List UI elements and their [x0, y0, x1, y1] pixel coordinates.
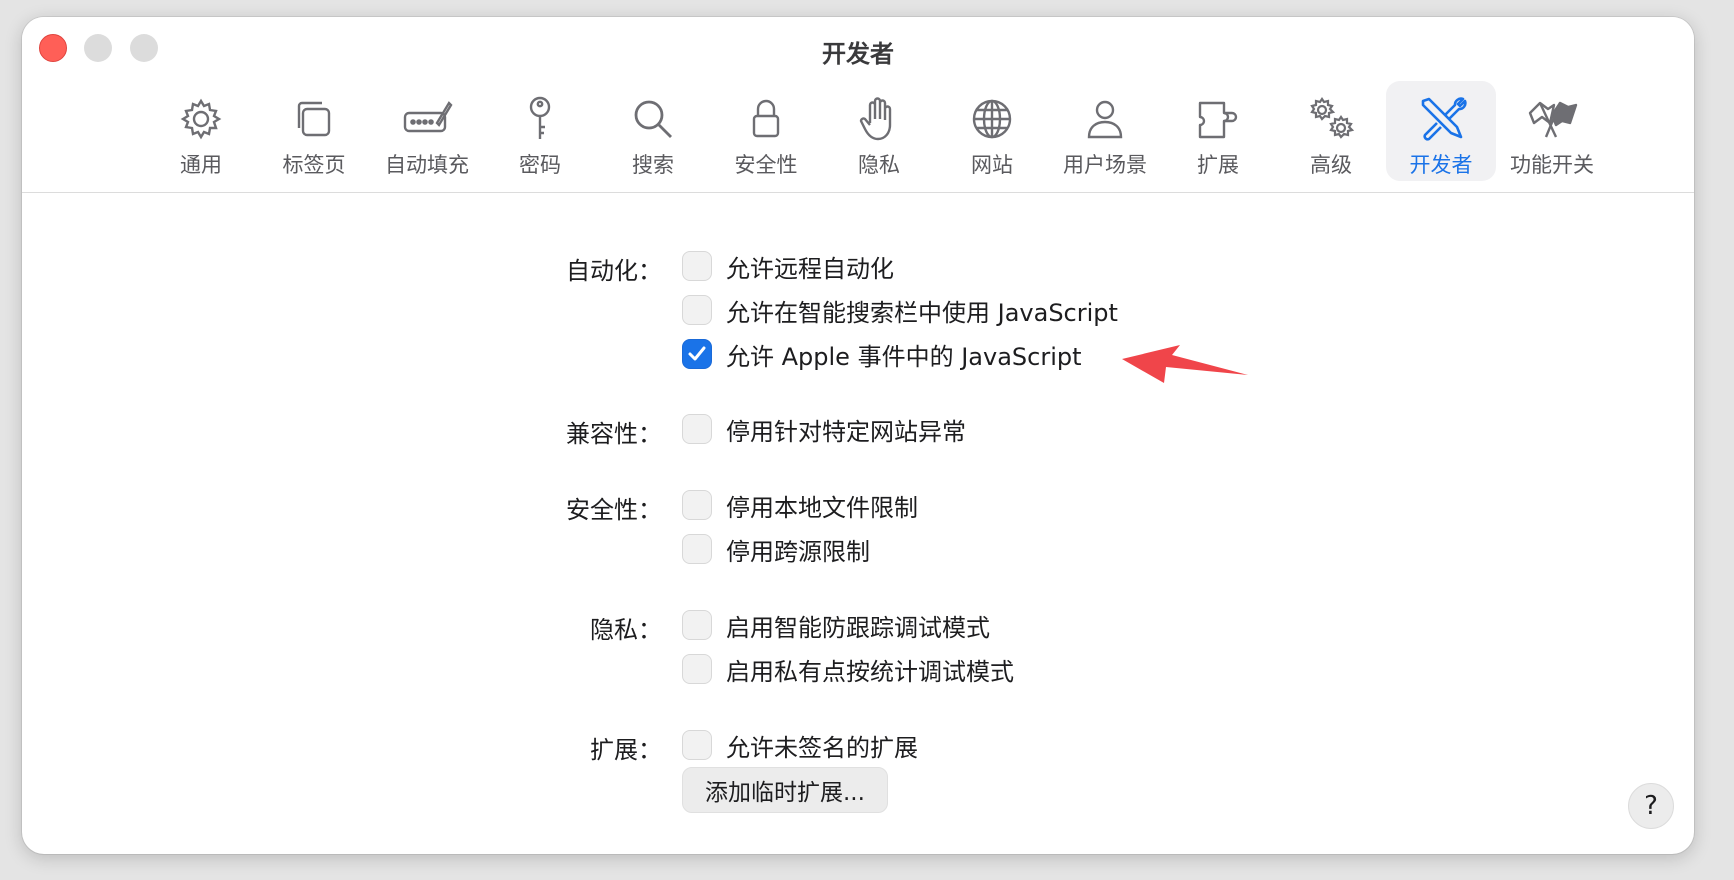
tab-search[interactable]: 搜索 [598, 81, 708, 181]
add-temporary-extension-button[interactable]: 添加临时扩展... [682, 767, 888, 813]
help-button[interactable]: ? [1628, 783, 1674, 829]
section-label-privacy: 隐私： [590, 616, 662, 644]
tab-advanced[interactable]: 高级 [1276, 81, 1386, 181]
settings-window: 开发者 通用 标签页 自动填充 密码 搜索 安全性 隐私 网站 用户场景 扩展 … [22, 17, 1694, 854]
allow-unsigned-extensions-checkbox[interactable] [682, 730, 712, 760]
tab-websites[interactable]: 网站 [937, 81, 1047, 181]
preferences-toolbar: 通用 标签页 自动填充 密码 搜索 安全性 隐私 网站 用户场景 扩展 高级 开… [22, 81, 1694, 181]
option-allow-js-apple-events[interactable]: 允许 Apple 事件中的 JavaScript [682, 337, 1082, 371]
tab-feature-flags[interactable]: 功能开关 [1497, 81, 1607, 181]
pcm-debug-mode-checkbox[interactable] [682, 654, 712, 684]
option-disable-cross-origin-restrictions[interactable]: 停用跨源限制 [682, 532, 870, 566]
title-bar: 开发者 通用 标签页 自动填充 密码 搜索 安全性 隐私 网站 用户场景 扩展 … [22, 17, 1694, 193]
gears-icon [1305, 93, 1357, 145]
developer-tools-icon [1415, 93, 1467, 145]
option-allow-js-smart-search[interactable]: 允许在智能搜索栏中使用 JavaScript [682, 293, 1118, 327]
lock-icon [740, 93, 792, 145]
checkmark-icon [688, 346, 706, 361]
tab-tabs[interactable]: 标签页 [259, 81, 369, 181]
section-label-security: 安全性： [566, 496, 662, 524]
option-allow-unsigned-extensions[interactable]: 允许未签名的扩展 [682, 728, 918, 762]
option-disable-site-quirks[interactable]: 停用针对特定网站异常 [682, 412, 966, 446]
disable-local-file-restrictions-checkbox[interactable] [682, 490, 712, 520]
option-disable-local-file-restrictions[interactable]: 停用本地文件限制 [682, 488, 918, 522]
tab-privacy[interactable]: 隐私 [824, 81, 934, 181]
window-title: 开发者 [822, 40, 894, 68]
search-icon [627, 93, 679, 145]
tab-passwords[interactable]: 密码 [485, 81, 595, 181]
tab-autofill[interactable]: 自动填充 [372, 81, 482, 181]
section-label-automation: 自动化： [566, 257, 662, 285]
autofill-icon [401, 93, 453, 145]
tab-extensions[interactable]: 扩展 [1163, 81, 1273, 181]
option-allow-remote-automation[interactable]: 允许远程自动化 [682, 249, 894, 283]
flags-icon [1526, 93, 1578, 145]
itp-debug-mode-checkbox[interactable] [682, 610, 712, 640]
tab-security[interactable]: 安全性 [711, 81, 821, 181]
developer-settings-panel: 自动化： 允许远程自动化 允许在智能搜索栏中使用 JavaScript 允许 A… [22, 193, 1694, 854]
section-label-extensions: 扩展： [590, 736, 662, 764]
tab-developer[interactable]: 开发者 [1386, 81, 1496, 181]
disable-cross-origin-restrictions-checkbox[interactable] [682, 534, 712, 564]
tab-profiles[interactable]: 用户场景 [1050, 81, 1160, 181]
allow-js-apple-events-checkbox[interactable] [682, 339, 712, 369]
section-label-compatibility: 兼容性： [566, 420, 662, 448]
puzzle-icon [1192, 93, 1244, 145]
option-pcm-debug-mode[interactable]: 启用私有点按统计调试模式 [682, 652, 1014, 686]
annotation-arrow-icon [1122, 345, 1248, 383]
hand-icon [853, 93, 905, 145]
globe-icon [966, 93, 1018, 145]
allow-js-smart-search-checkbox[interactable] [682, 295, 712, 325]
key-icon [514, 93, 566, 145]
tabs-icon [288, 93, 340, 145]
tab-general[interactable]: 通用 [146, 81, 256, 181]
disable-site-quirks-checkbox[interactable] [682, 414, 712, 444]
allow-remote-automation-checkbox[interactable] [682, 251, 712, 281]
person-icon [1079, 93, 1131, 145]
option-itp-debug-mode[interactable]: 启用智能防跟踪调试模式 [682, 608, 990, 642]
gear-icon [175, 93, 227, 145]
